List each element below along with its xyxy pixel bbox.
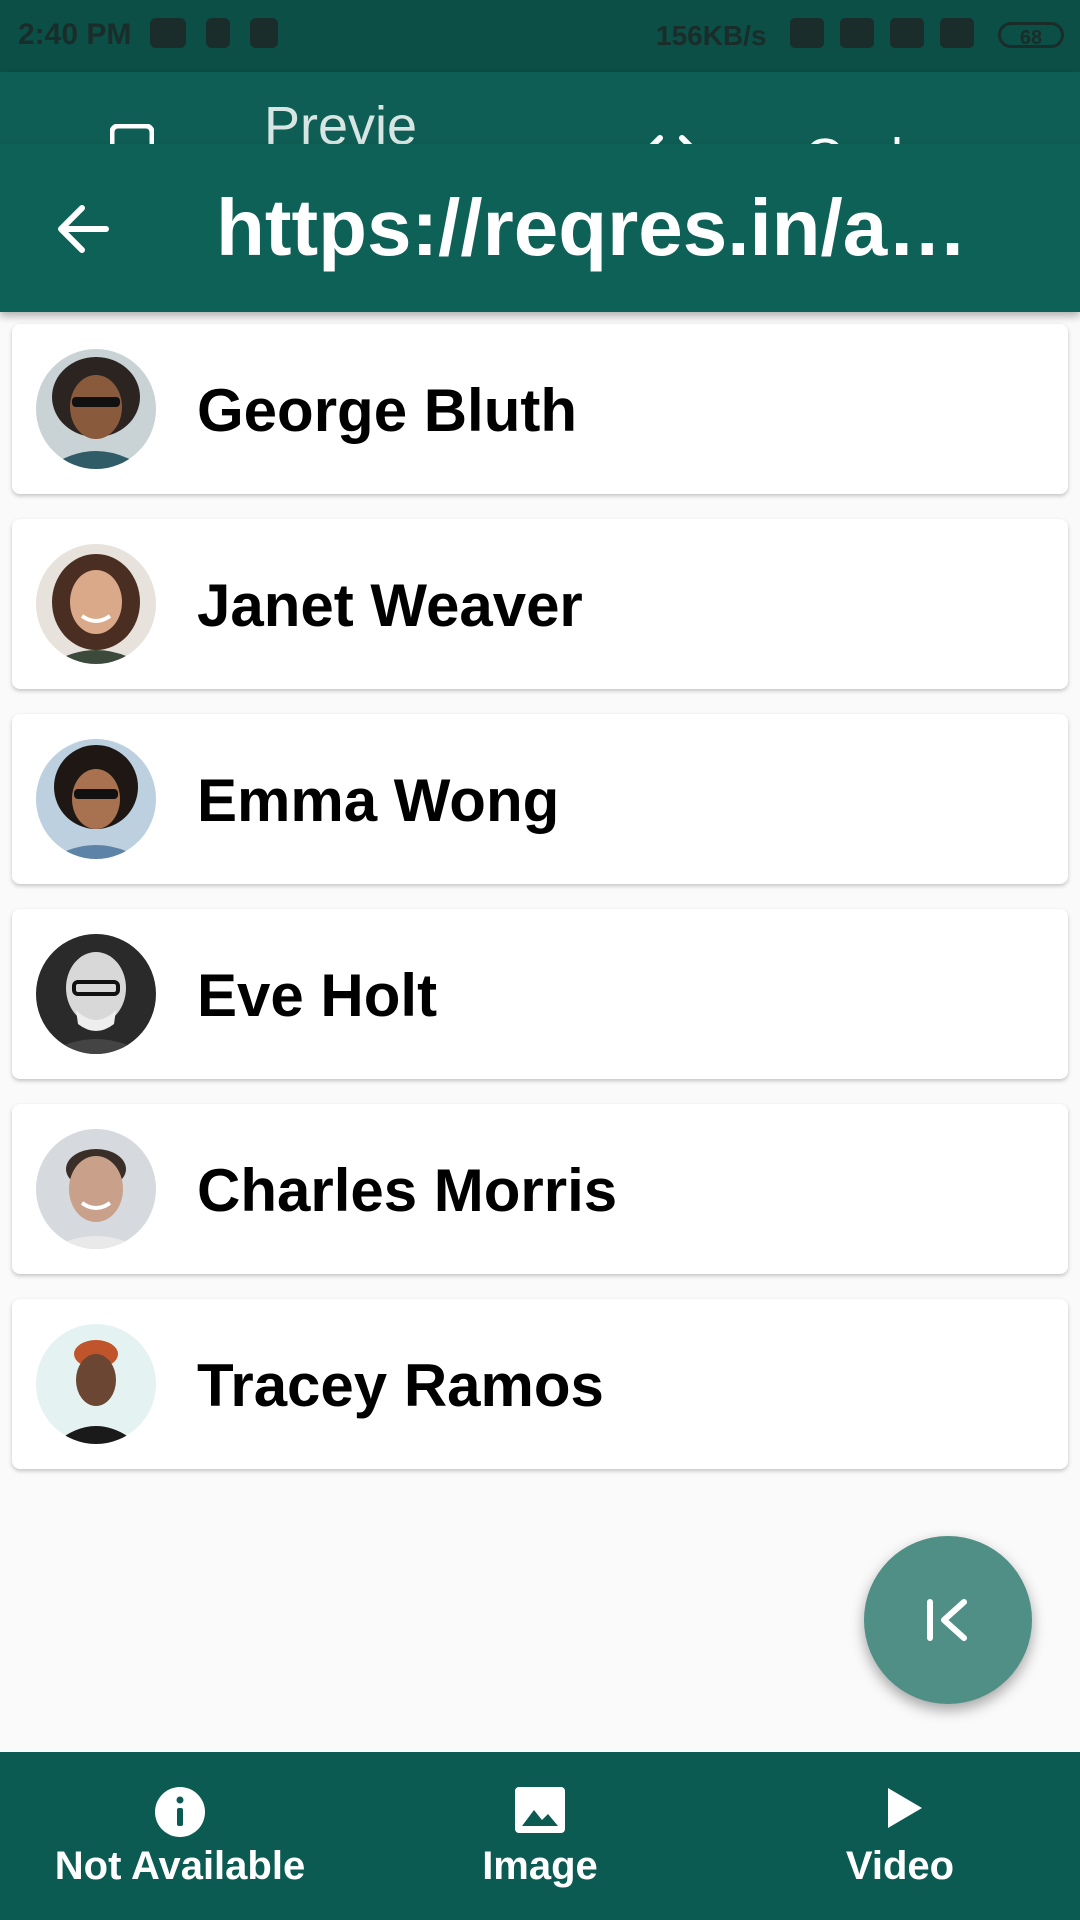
status-notification-icons (150, 18, 278, 48)
user-name: Janet Weaver (197, 572, 583, 639)
avatar (36, 349, 156, 469)
user-name: Emma Wong (197, 767, 560, 834)
nav-label: Image (482, 1844, 598, 1888)
preview-code-toolbar: Preview Code (0, 72, 1080, 220)
nav-label: Video (845, 1844, 955, 1888)
status-bar: 2:40 PM 156KB/s 68 (0, 0, 1080, 72)
list-item[interactable]: Janet Weaver (12, 519, 1068, 689)
nav-label: Not Available (54, 1844, 306, 1888)
user-name: George Bluth (197, 377, 578, 444)
mute-icon (790, 18, 824, 48)
first-page-button[interactable] (864, 1536, 1032, 1704)
network-speed: 156KB/s (656, 20, 767, 51)
user-name: Eve Holt (197, 962, 438, 1029)
user-name: Charles Morris (197, 1157, 618, 1224)
nav-not-available[interactable]: Not Available (30, 1752, 330, 1920)
app-bar: https://reqres.in/api... (0, 144, 1080, 312)
image-icon (515, 1787, 565, 1833)
nav-image[interactable]: Image (390, 1752, 690, 1920)
avatar (36, 1129, 156, 1249)
avatar (36, 544, 156, 664)
info-icon (155, 1787, 205, 1837)
avatar (36, 739, 156, 859)
nav-video[interactable]: Video (750, 1752, 1050, 1920)
list-item[interactable]: George Bluth (12, 324, 1068, 494)
status-time: 2:40 PM (18, 18, 132, 51)
list-item[interactable]: Tracey Ramos (12, 1299, 1068, 1469)
alert-icon (250, 18, 278, 48)
list-item[interactable]: Emma Wong (12, 714, 1068, 884)
list-item[interactable]: Eve Holt (12, 909, 1068, 1079)
bottom-navigation: Not Available Image Video (0, 1752, 1080, 1920)
avatar (36, 1324, 156, 1444)
youtube-icon (150, 18, 186, 48)
first-page-icon (927, 1599, 967, 1641)
page-title: https://reqres.in/api... (216, 183, 1016, 272)
list-item[interactable]: Charles Morris (12, 1104, 1068, 1274)
avatar (36, 934, 156, 1054)
battery-indicator: 68 (998, 22, 1064, 49)
play-icon (888, 1788, 922, 1828)
volte-icon (890, 18, 924, 48)
alarm-icon (840, 18, 874, 48)
back-arrow-icon[interactable] (56, 202, 110, 256)
user-name: Tracey Ramos (197, 1352, 604, 1419)
status-system-icons (790, 18, 974, 48)
signal-icon (940, 18, 974, 48)
trash-icon (206, 18, 230, 48)
